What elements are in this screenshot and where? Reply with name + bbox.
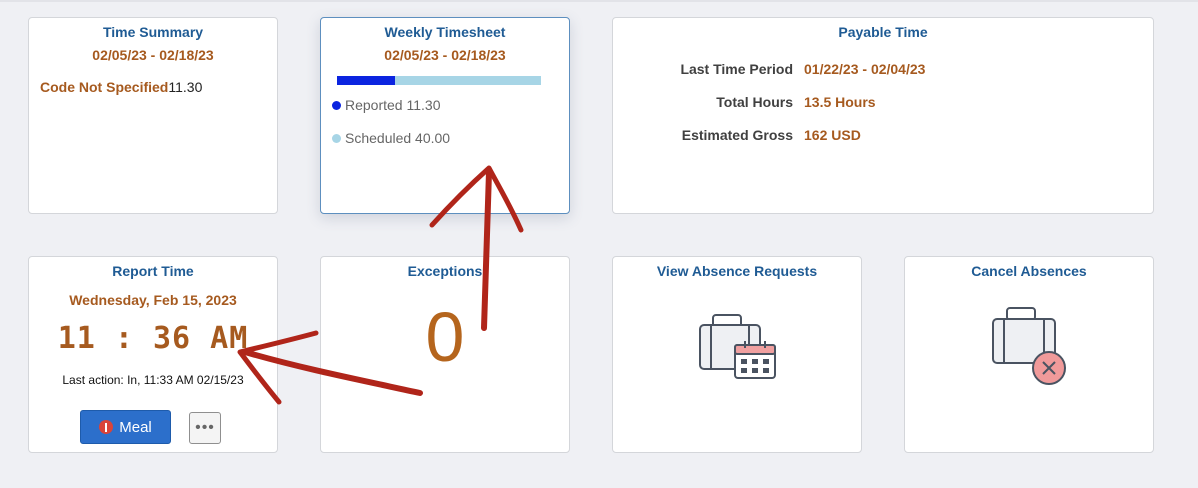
payable-time-tile[interactable]: Payable Time Last Time Period 01/22/23 -… — [612, 17, 1154, 214]
more-actions-button[interactable]: ••• — [189, 412, 221, 444]
weekly-timesheet-tile[interactable]: Weekly Timesheet 02/05/23 - 02/18/23 Rep… — [320, 17, 570, 214]
report-time-tile[interactable]: Report Time Wednesday, Feb 15, 2023 11 :… — [28, 256, 278, 453]
view-absence-requests-title: View Absence Requests — [656, 263, 818, 279]
legend-scheduled-label: Scheduled 40.00 — [345, 130, 451, 146]
last-time-period-value: 01/22/23 - 02/04/23 — [804, 61, 926, 77]
code-value: 11.30 — [168, 79, 203, 95]
exceptions-tile[interactable]: Exceptions 0 — [320, 256, 570, 453]
reported-dot-icon — [332, 101, 341, 110]
cancel-absences-tile[interactable]: Cancel Absences — [904, 256, 1154, 453]
page-top-border — [0, 0, 1198, 2]
legend-reported-label: Reported 11.30 — [345, 97, 441, 113]
estimated-gross-value: 162 USD — [804, 127, 861, 143]
time-summary-period: 02/05/23 - 02/18/23 — [92, 47, 214, 63]
meal-icon — [99, 420, 114, 434]
time-summary-row: Code Not Specified11.30 — [40, 79, 202, 95]
suitcase-calendar-icon — [699, 314, 776, 379]
last-time-period-label: Last Time Period — [680, 61, 793, 77]
more-actions-label: ••• — [195, 419, 215, 436]
meal-button-label: Meal — [119, 418, 152, 436]
suitcase-cancel-icon — [992, 307, 1066, 385]
report-time-clock: 11 : 36 AM — [57, 321, 249, 356]
total-hours-label: Total Hours — [716, 94, 793, 110]
legend-scheduled: Scheduled 40.00 — [332, 130, 450, 146]
hours-progress-bar — [337, 76, 541, 85]
time-summary-title: Time Summary — [102, 24, 204, 40]
meal-button[interactable]: Meal — [80, 410, 171, 444]
cancel-absences-title: Cancel Absences — [971, 263, 1087, 279]
weekly-timesheet-period: 02/05/23 - 02/18/23 — [384, 47, 506, 63]
report-time-date: Wednesday, Feb 15, 2023 — [69, 292, 237, 308]
estimated-gross-label: Estimated Gross — [681, 127, 793, 143]
exceptions-count: 0 — [425, 298, 465, 376]
scheduled-dot-icon — [332, 134, 341, 143]
reported-hours-fill — [337, 76, 395, 85]
view-absence-requests-tile[interactable]: View Absence Requests — [612, 256, 862, 453]
exceptions-title: Exceptions — [407, 263, 483, 279]
total-hours-value: 13.5 Hours — [804, 94, 876, 110]
time-summary-tile[interactable]: Time Summary 02/05/23 - 02/18/23 Code No… — [28, 17, 278, 214]
weekly-timesheet-title: Weekly Timesheet — [384, 24, 506, 40]
last-action-text: Last action: In, 11:33 AM 02/15/23 — [62, 373, 244, 387]
payable-time-title: Payable Time — [838, 24, 928, 40]
legend-reported: Reported 11.30 — [332, 97, 440, 113]
report-time-title: Report Time — [112, 263, 194, 279]
code-label: Code Not Specified — [40, 79, 169, 95]
